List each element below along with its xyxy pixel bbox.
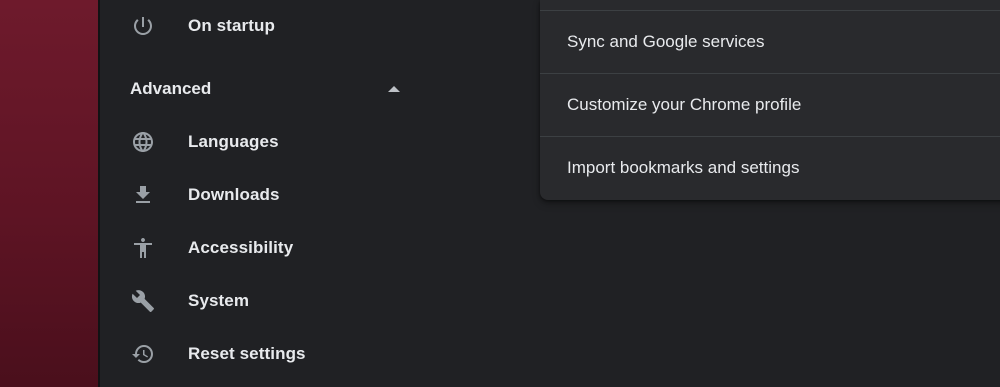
- download-icon: [130, 182, 156, 208]
- sidebar-item-on-startup[interactable]: On startup: [100, 2, 540, 50]
- advanced-section-label: Advanced: [130, 79, 212, 98]
- sidebar-item-label: Reset settings: [188, 344, 306, 363]
- sidebar-item-label: Accessibility: [188, 238, 294, 257]
- sidebar-item-label: Languages: [188, 132, 279, 151]
- advanced-section-toggle[interactable]: Advanced: [100, 66, 540, 112]
- sync-and-google-services-row[interactable]: Sync and Google services: [540, 10, 1000, 73]
- card-row-label: Sync and Google services: [567, 32, 765, 51]
- desktop-wallpaper: [0, 0, 98, 387]
- globe-icon: [130, 129, 156, 155]
- sidebar-item-system[interactable]: System: [100, 277, 540, 325]
- customize-chrome-profile-row[interactable]: Customize your Chrome profile: [540, 73, 1000, 136]
- sidebar-item-accessibility[interactable]: Accessibility: [100, 224, 540, 272]
- sidebar-item-label: System: [188, 291, 250, 310]
- sidebar-item-languages[interactable]: Languages: [100, 118, 540, 166]
- power-icon: [130, 13, 156, 39]
- sidebar-item-reset-settings[interactable]: Reset settings: [100, 330, 540, 378]
- wrench-icon: [130, 288, 156, 314]
- you-and-google-card: Sync and Google services Customize your …: [540, 0, 1000, 200]
- caret-up-icon: [388, 86, 400, 92]
- import-bookmarks-row[interactable]: Import bookmarks and settings: [540, 136, 1000, 199]
- sidebar-item-label: Downloads: [188, 185, 280, 204]
- settings-sidebar: On startup Advanced Languages Downloads …: [100, 0, 540, 387]
- sidebar-item-downloads[interactable]: Downloads: [100, 171, 540, 219]
- sidebar-item-label: On startup: [188, 16, 275, 35]
- card-row-label: Customize your Chrome profile: [567, 95, 802, 114]
- card-row-label: Import bookmarks and settings: [567, 158, 800, 177]
- restore-history-icon: [130, 341, 156, 367]
- accessibility-icon: [130, 235, 156, 261]
